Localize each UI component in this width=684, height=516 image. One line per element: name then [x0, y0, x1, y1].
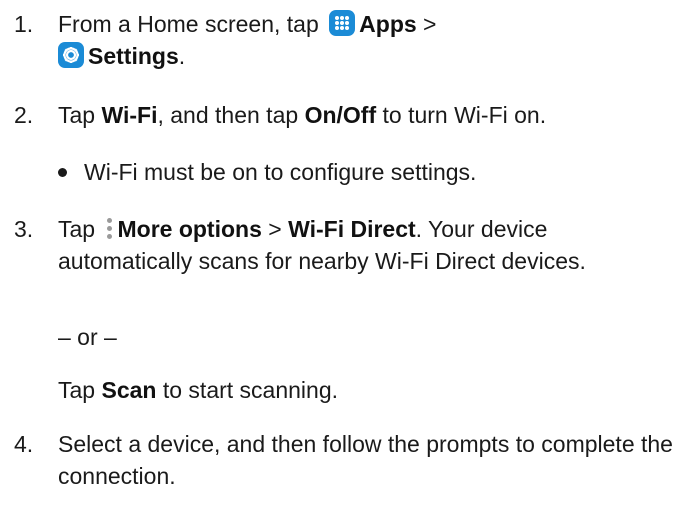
- step-text-segment: Tap: [58, 216, 96, 242]
- scan-instruction: Tap Scan to start scanning.: [58, 374, 658, 406]
- step-text: From a Home screen, tap Apps > Settings.: [58, 8, 674, 72]
- step-number: 3.: [14, 216, 34, 242]
- wifi-direct-label: Wi-Fi Direct: [288, 216, 416, 242]
- apps-grid-icon: [329, 10, 356, 36]
- step-text: Tap Wi-Fi, and then tap On/Off to turn W…: [58, 99, 674, 131]
- wifi-label: Wi-Fi: [101, 102, 158, 128]
- apps-label: Apps: [359, 11, 417, 37]
- step-1: 1. From a Home screen, tap Apps > Settin…: [14, 8, 674, 72]
- step-text-segment: to start scanning.: [156, 377, 339, 403]
- step-text-segment: to turn Wi-Fi on.: [376, 102, 547, 128]
- more-options-icon: [105, 215, 113, 241]
- step-number: 2.: [14, 102, 34, 128]
- bullet-note: Wi-Fi must be on to configure settings.: [58, 156, 658, 188]
- separator: >: [261, 216, 289, 242]
- bullet-text: Wi-Fi must be on to configure settings.: [84, 159, 477, 185]
- separator: >: [423, 11, 437, 37]
- step-text: Select a device, and then follow the pro…: [58, 431, 673, 489]
- settings-label: Settings: [88, 43, 179, 69]
- step-4: 4. Select a device, and then follow the …: [14, 428, 674, 492]
- step-number: 4.: [14, 431, 34, 457]
- document-page: 1. From a Home screen, tap Apps > Settin…: [0, 0, 684, 516]
- step-text-segment: Tap: [58, 102, 102, 128]
- punctuation: .: [178, 43, 186, 69]
- more-options-label: More options: [117, 216, 262, 242]
- step-text-segment: From a Home screen, tap: [58, 11, 319, 37]
- settings-gear-icon: [58, 42, 84, 68]
- step-text-segment: Tap: [58, 377, 102, 403]
- bullet-dot: [58, 168, 67, 177]
- step-text: Tap More options > Wi-Fi Direct. Your de…: [58, 213, 674, 277]
- step-number: 1.: [14, 11, 34, 37]
- onoff-label: On/Off: [304, 102, 377, 128]
- step-3: 3. Tap More options > Wi-Fi Direct. Your…: [14, 213, 674, 277]
- step-text-segment: , and then tap: [157, 102, 305, 128]
- step-2: 2. Tap Wi-Fi, and then tap On/Off to tur…: [14, 99, 674, 131]
- scan-label: Scan: [101, 377, 157, 403]
- or-divider: – or –: [58, 324, 117, 350]
